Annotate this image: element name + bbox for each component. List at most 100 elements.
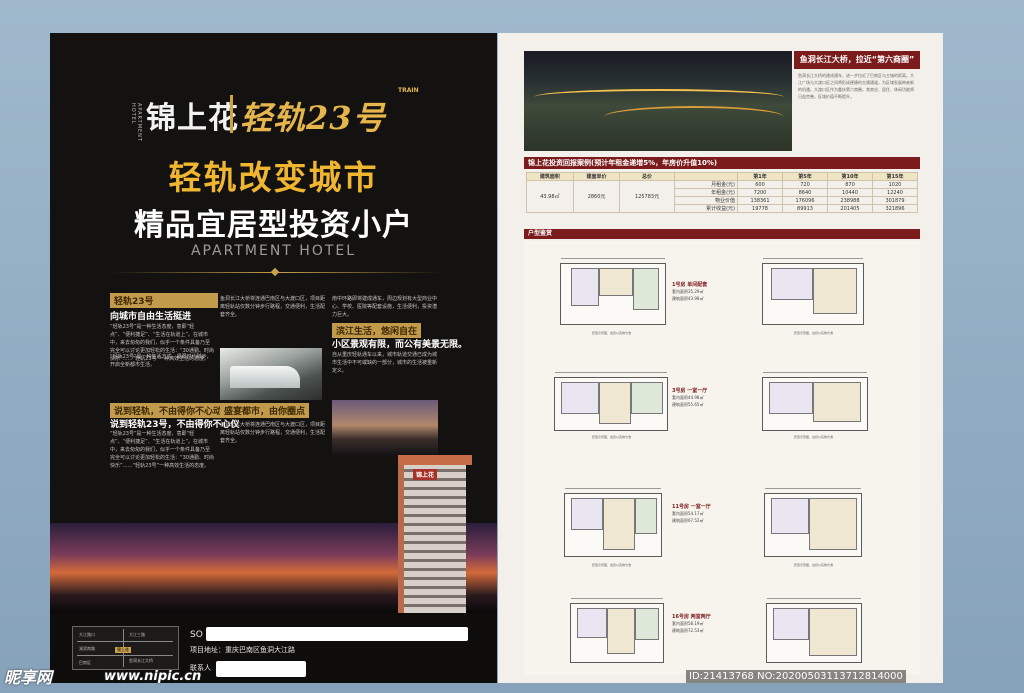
unit-spec: 套内面积35.29㎡ xyxy=(672,289,704,294)
city-photo xyxy=(332,400,438,456)
redacted-box xyxy=(216,661,306,677)
table-header: 第10年 xyxy=(826,172,873,181)
dimension-line xyxy=(763,258,863,259)
plan-room xyxy=(635,608,659,640)
table-cell: 600 xyxy=(737,180,783,189)
plan-room xyxy=(769,382,813,414)
table-cell: 238988 xyxy=(826,196,873,205)
unit-spec: 套内面积54.17㎡ xyxy=(672,511,704,516)
floor-plan-furnished xyxy=(766,598,862,663)
map-label: 大江三路 xyxy=(129,632,145,637)
table-header: 建面单价 xyxy=(572,172,621,181)
table-header: 建筑面积 xyxy=(526,172,574,181)
train-photo xyxy=(220,348,322,400)
table-cell-unit-price: 2860元 xyxy=(572,180,621,213)
plan-caption: 套型示意图，最终以实物为准 xyxy=(592,331,632,335)
building-image xyxy=(398,455,472,613)
floor-plan xyxy=(570,598,664,663)
plan-room xyxy=(635,498,657,534)
section-subtitle: 向城市自由生活挺进 xyxy=(110,312,192,322)
table-header: 第5年 xyxy=(782,172,828,181)
logo-line-name: 轻轨23号 xyxy=(240,99,386,137)
left-page: APARTMENT HOTEL 锦上花 轻轨23号 TRAIN 轻轨改变城市 精… xyxy=(50,33,497,683)
plan-room xyxy=(577,608,607,638)
plan-caption: 套型示意图，最终以实物为准 xyxy=(794,331,834,335)
table-cell: 176096 xyxy=(782,196,828,205)
map-marker: 锦上花 xyxy=(115,647,131,653)
investment-title: 锦上花投资回报案例(预计年租金递增5%，年房价升值10%) xyxy=(524,157,920,169)
dimension-line xyxy=(555,372,667,373)
table-header xyxy=(673,172,739,181)
plan-room xyxy=(599,268,633,296)
plan-room xyxy=(607,608,635,654)
footer-address: 项目地址：重庆巴南区鱼洞大江路 xyxy=(190,646,295,654)
unit-name: 16号房 两室两厅 xyxy=(672,614,711,620)
dimension-line xyxy=(767,598,861,599)
floor-plan xyxy=(560,258,666,325)
location-map: 大江路口 大江三路 渝滨南路 鱼洞长江大桥 巴南区 锦上花 xyxy=(72,626,179,670)
redacted-box xyxy=(206,627,468,641)
unit-spec: 建筑面积72.53㎡ xyxy=(672,628,704,633)
plan-room xyxy=(599,382,631,424)
table-header: 第15年 xyxy=(871,172,919,181)
divider-ornament xyxy=(270,267,280,277)
plan-caption: 套型示意图，最终以实物为准 xyxy=(592,563,632,567)
investment-table: 建筑面积 建面单价 总价 第1年 第5年 第10年 第15年 43.98㎡ 28… xyxy=(526,172,919,213)
plan-room xyxy=(813,382,861,422)
right-page: 鱼洞长江大桥，拉近“第六商圈” 鱼洞长江大桥的建成通车，进一步拉近了巴南区与主城… xyxy=(498,33,943,683)
plan-room xyxy=(771,498,809,534)
table-cell: 870 xyxy=(826,180,873,189)
floor-plans-area: 套型示意图，最终以实物为准 1号房 单间配套 套内面积35.29㎡ 建筑面积43… xyxy=(524,241,920,675)
unit-spec: 建筑面积67.52㎡ xyxy=(672,518,704,523)
table-header: 总价 xyxy=(619,172,675,181)
section-subtitle: 小区景观有限，而公有美景无限。 xyxy=(332,340,468,350)
section-tag: 说到轻轨，不由得你不心动 xyxy=(110,403,222,418)
table-header: 第1年 xyxy=(737,172,783,181)
plan-room xyxy=(571,268,599,306)
plan-room xyxy=(561,382,599,414)
table-cell: 10440 xyxy=(826,188,873,197)
body-text: 鱼洞长江大桥将连通巴南区与大渡口区，项目距离轻轨站仅数分钟步行路程，交通便利，生… xyxy=(220,422,326,444)
unit-spec: 建筑面积55.65㎡ xyxy=(672,402,704,407)
logo-hotel: APARTMENT HOTEL xyxy=(130,103,142,142)
table-cell: 8640 xyxy=(782,188,828,197)
headline-main: 轻轨改变城市 xyxy=(168,158,379,197)
table-cell-total: 125783元 xyxy=(619,180,675,213)
section-tag: 滨江生活，悠闲自在 xyxy=(332,323,422,338)
table-cell: 201405 xyxy=(826,204,873,213)
map-road xyxy=(77,655,173,656)
footer-label: SO xyxy=(190,630,203,640)
map-label: 鱼洞长江大桥 xyxy=(129,658,153,663)
plan-caption: 套型示意图，最终以实物为准 xyxy=(794,435,834,439)
unit-name: 1号房 单间配套 xyxy=(672,282,708,288)
table-cell: 321896 xyxy=(871,204,919,213)
table-cell: 7200 xyxy=(737,188,783,197)
bridge-night-photo xyxy=(524,51,792,151)
section-tag: 轻轨23号 xyxy=(110,293,218,308)
table-row-label: 年租金(元) xyxy=(673,188,739,197)
headline-sub: 精品宜居型投资小户 xyxy=(134,208,413,243)
logo-train: TRAIN xyxy=(398,87,419,94)
dimension-line xyxy=(765,488,861,489)
map-label: 大江路口 xyxy=(79,632,95,637)
plan-caption: 套型示意图，最终以实物为准 xyxy=(794,563,834,567)
table-cell: 1020 xyxy=(871,180,919,189)
watermark-id: ID:21413768 NO:20200503113712814000 xyxy=(686,670,906,683)
table-cell: 138361 xyxy=(737,196,783,205)
body-text: 鱼洞长江大桥将连通巴南区与大渡口区，项目距离轻轨站仅数分钟步行路程，交通便利，生… xyxy=(220,296,326,318)
plan-room xyxy=(773,608,809,640)
body-text: “轻轨23号”是一种生活态度，意即“轻点”、“便利捷足”、“生活在轨道上”。在城… xyxy=(110,431,214,469)
table-header-row: 建筑面积 建面单价 总价 第1年 第5年 第10年 第15年 xyxy=(526,172,919,181)
dimension-line xyxy=(561,258,665,259)
map-road xyxy=(77,641,173,642)
plan-room xyxy=(631,382,663,414)
dimension-line xyxy=(565,488,661,489)
floor-plan-furnished xyxy=(764,488,862,557)
table-row: 43.98㎡ 2860元 125783元 月租金(元) 600 720 870 … xyxy=(526,180,919,213)
table-row-label: 物业价值 xyxy=(673,196,739,205)
logo-separator xyxy=(230,95,233,133)
map-label: 巴南区 xyxy=(79,660,91,665)
table-cell-area: 43.98㎡ xyxy=(526,180,574,213)
table-row-label: 月租金(元) xyxy=(673,180,739,189)
table-cell: 301879 xyxy=(871,196,919,205)
